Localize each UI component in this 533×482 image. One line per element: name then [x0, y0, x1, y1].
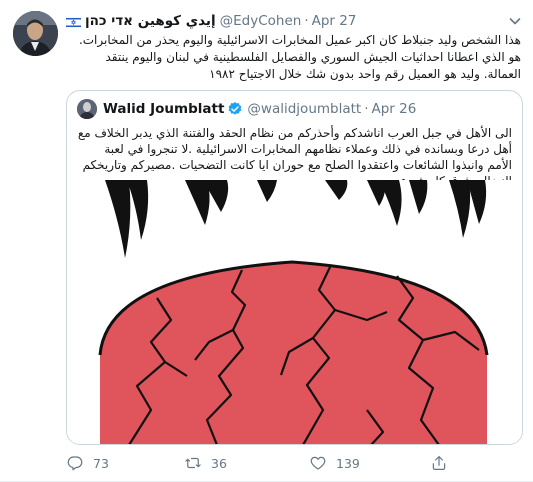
quoted-author-handle[interactable]: @walidjoumblatt — [247, 101, 361, 117]
share-button[interactable] — [430, 452, 457, 474]
author-display-name[interactable]: إيدي كوهين אדי כהן — [85, 13, 216, 29]
tweet-actions: 73 36 139 — [66, 452, 486, 474]
tweet[interactable]: إيدي كوهين אדי כהן @EdyCohen · Apr 27 هذ… — [0, 0, 533, 482]
retweet-count: 36 — [211, 455, 227, 471]
share-icon — [432, 456, 446, 470]
like-button[interactable]: 139 — [309, 452, 360, 474]
quoted-author-display-name[interactable]: Walid Joumblatt — [103, 101, 224, 117]
author-handle[interactable]: @EdyCohen — [220, 13, 302, 29]
reply-count: 73 — [93, 455, 109, 471]
quoted-tweet-date[interactable]: Apr 26 — [372, 101, 417, 117]
author-avatar[interactable] — [13, 11, 58, 56]
quoted-tweet-image[interactable] — [67, 180, 522, 445]
verified-badge-icon — [229, 102, 242, 115]
like-count: 139 — [336, 455, 360, 471]
reply-icon — [67, 456, 83, 471]
like-icon — [310, 456, 326, 470]
retweet-button[interactable]: 36 — [184, 452, 227, 474]
quoted-tweet[interactable]: Walid Joumblatt @walidjoumblatt · Apr 26… — [66, 90, 523, 445]
tweet-date[interactable]: Apr 27 — [312, 13, 357, 29]
header-separator: · — [304, 13, 309, 29]
israel-flag-icon — [65, 16, 82, 28]
chevron-down-icon[interactable] — [507, 13, 523, 29]
quoted-header-separator: · — [364, 101, 369, 117]
quoted-tweet-header: Walid Joumblatt @walidjoumblatt · Apr 26 — [77, 99, 416, 119]
retweet-icon — [185, 457, 201, 469]
tweet-header: إيدي كوهين אדי כהן @EdyCohen · Apr 27 — [65, 11, 503, 31]
tweet-text: هذا الشخص وليد جنبلاط كان اكبر عميل المخ… — [78, 33, 521, 81]
quoted-author-avatar[interactable] — [77, 99, 97, 119]
reply-button[interactable]: 73 — [66, 452, 109, 474]
